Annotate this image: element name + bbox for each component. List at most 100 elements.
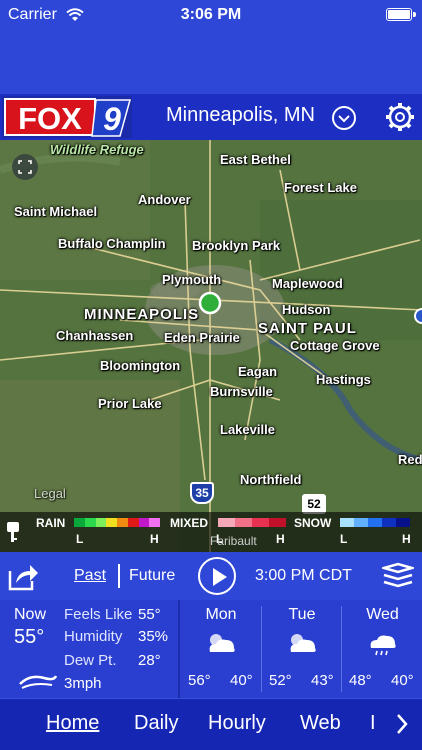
legend-swatch — [396, 518, 410, 527]
legend-swatch — [340, 518, 354, 527]
snow-low: L — [340, 532, 348, 546]
map-label: Maplewood — [272, 276, 343, 291]
feels-like-value: 55° — [138, 606, 161, 623]
nav-home[interactable]: Home — [46, 712, 99, 735]
feels-like-label: Feels Like — [64, 606, 133, 623]
map-label: Saint Michael — [14, 204, 98, 219]
legend-swatch — [95, 518, 107, 527]
battery-icon — [386, 8, 412, 21]
play-button[interactable] — [198, 557, 236, 595]
snow-high: H — [402, 532, 411, 546]
map-label: Lakeville — [220, 422, 275, 437]
future-tab[interactable]: Future — [129, 567, 175, 585]
legend-swatch — [354, 518, 368, 527]
map-label: Prior Lake — [98, 396, 162, 411]
snow-label: SNOW — [294, 516, 332, 530]
forecast-day[interactable]: Tue 52° 43° — [263, 600, 341, 698]
partly-cloudy-icon — [209, 634, 235, 652]
now-temp: 55° — [14, 626, 45, 648]
tab-divider — [118, 564, 120, 588]
logo-number: 9 — [103, 101, 121, 137]
legend-swatch — [84, 518, 96, 527]
key-icon — [7, 522, 19, 542]
map-label: Northfield — [240, 472, 302, 487]
legend-swatch — [138, 518, 150, 527]
radar-timestamp: 3:00 PM CDT — [255, 567, 352, 584]
logo-text: FOX — [18, 101, 82, 136]
map-label: Legal — [34, 486, 66, 501]
mixed-label: MIXED — [170, 516, 209, 530]
forecast-day[interactable]: Mon 56° 40° — [182, 600, 260, 698]
forecast-day-name: Mon — [205, 606, 237, 623]
dewpt-value: 28° — [138, 652, 161, 669]
legend-swatch — [117, 518, 128, 527]
fox9-logo: FOX 9 — [2, 96, 132, 138]
forecast-high: 56° — [188, 672, 211, 689]
map-label: SAINT PAUL — [258, 320, 357, 337]
map-label: Red — [398, 452, 422, 467]
forecast-high: 48° — [349, 672, 372, 689]
map-label: Plymouth — [162, 272, 222, 287]
rain-label: RAIN — [36, 516, 66, 530]
section-divider — [178, 600, 180, 698]
battery-tip — [413, 12, 416, 17]
mixed-scale — [218, 518, 286, 527]
rain-high: H — [150, 532, 159, 546]
current-conditions[interactable]: Now 55° Feels Like 55° Humidity 35% Dew … — [0, 600, 422, 698]
chevron-right-icon[interactable] — [394, 712, 410, 736]
map-label: Eden Prairie — [164, 330, 240, 345]
chevron-down-icon[interactable] — [332, 106, 356, 130]
nav-daily[interactable]: Daily — [134, 712, 178, 735]
gear-icon[interactable] — [384, 101, 416, 133]
rain-low: L — [76, 532, 84, 546]
top-band — [0, 30, 422, 94]
legend-swatch — [74, 518, 85, 527]
past-tab[interactable]: Past — [74, 567, 106, 585]
expand-map-icon[interactable] — [12, 154, 38, 180]
day-divider — [341, 606, 342, 692]
humidity-value: 35% — [138, 628, 169, 645]
legend-swatch — [368, 518, 382, 527]
forecast-high: 52° — [269, 672, 292, 689]
map-label: Bloomington — [100, 358, 181, 373]
map-label: East Bethel — [220, 152, 291, 167]
layers-icon[interactable] — [382, 562, 414, 590]
map-label: Hudson — [282, 302, 331, 317]
nav-more[interactable]: I — [370, 712, 376, 735]
radar-map[interactable]: Wildlife Refuge East Bethel Forest Lake … — [0, 140, 422, 552]
legend-swatch — [382, 518, 396, 527]
forecast-low: 40° — [391, 672, 414, 689]
map-label: Chanhassen — [56, 328, 134, 343]
nav-hourly[interactable]: Hourly — [208, 712, 266, 735]
clock: 3:06 PM — [180, 6, 242, 23]
location-label[interactable]: Minneapolis, MN — [166, 104, 315, 127]
status-bar: Carrier 3:06 PM — [0, 0, 422, 30]
legend-swatch — [149, 518, 160, 527]
forecast-day-name: Wed — [366, 606, 399, 623]
humidity-label: Humidity — [64, 628, 123, 645]
forecast-day[interactable]: Wed 48° 40° — [343, 600, 422, 698]
map-label: Burnsville — [210, 384, 273, 399]
us-52-shield: 52 — [302, 494, 326, 514]
day-divider — [261, 606, 262, 692]
forecast-low: 43° — [311, 672, 334, 689]
precip-legend: RAIN L H MIXED L H SNOW L H Faribault — [0, 512, 422, 552]
legend-swatch — [127, 518, 139, 527]
nav-web[interactable]: Web — [300, 712, 341, 735]
map-label: Buffalo Champlin — [58, 236, 166, 251]
legend-swatch — [235, 518, 252, 527]
map-label: MINNEAPOLIS — [84, 306, 200, 323]
wind-value: 3mph — [64, 675, 102, 692]
snow-scale — [340, 518, 410, 527]
interstate-35-shield: 35 — [190, 482, 214, 504]
legend-swatch — [252, 518, 269, 527]
map-label: Eagan — [238, 364, 278, 379]
wind-icon — [19, 675, 58, 689]
share-icon[interactable] — [8, 561, 40, 591]
map-label: Hastings — [316, 372, 371, 387]
legend-swatch — [218, 518, 235, 527]
dewpt-label: Dew Pt. — [64, 652, 117, 669]
map-label: Forest Lake — [284, 180, 357, 195]
legend-swatch — [106, 518, 117, 527]
forecast-day-name: Tue — [288, 606, 316, 623]
